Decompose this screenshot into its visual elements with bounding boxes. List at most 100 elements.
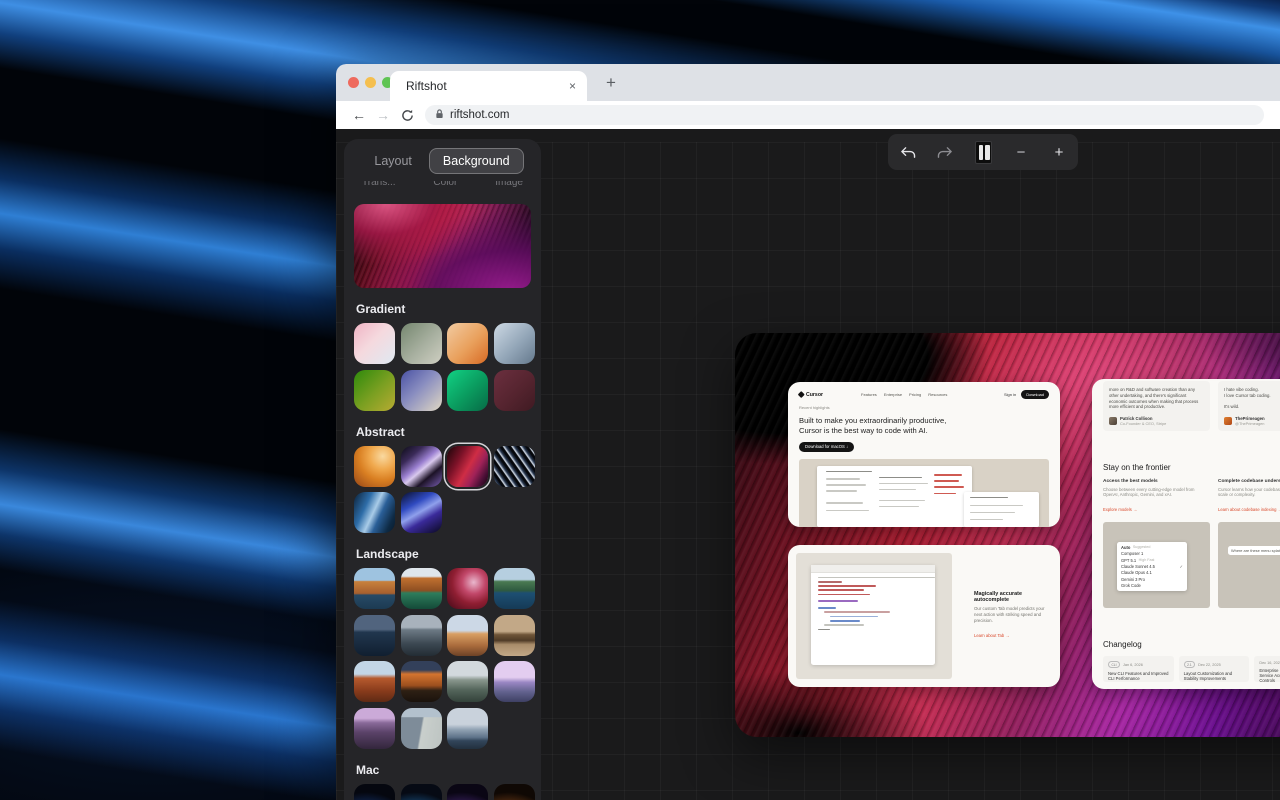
background-subtabs: Trans... Color Image xyxy=(354,181,531,190)
subtab-color[interactable]: Color xyxy=(433,181,457,188)
abstract-thumb-blue-waves[interactable] xyxy=(354,492,395,533)
landscape-thumb-half-dome[interactable] xyxy=(400,707,442,749)
landscape-thumb-red-canyon[interactable] xyxy=(447,568,488,609)
abstract-thumb-purple-fluid[interactable] xyxy=(400,445,442,487)
gradient-swatch-indigo-sand[interactable] xyxy=(400,369,442,411)
avatar xyxy=(1224,417,1232,425)
gradient-swatch-green-olive[interactable] xyxy=(354,369,395,411)
screenshot-frame[interactable]: Cursor Features Enterprise Pricing Resou… xyxy=(735,333,1280,737)
abstract-thumb-red-wave-selected[interactable] xyxy=(447,445,488,487)
model-dropdown: Auto Suggested Composer 1 GPT 5.1 High Fas… xyxy=(1117,542,1187,591)
tab-background[interactable]: Background xyxy=(428,148,524,174)
undo-button[interactable] xyxy=(895,140,919,164)
abstract-thumb-orange-wave[interactable] xyxy=(354,445,395,487)
canvas-preview-thumbnail[interactable] xyxy=(971,140,995,164)
feature-models: Access the best models Choose between ev… xyxy=(1103,479,1195,513)
landscape-thumb-rocky-shore[interactable] xyxy=(400,614,442,656)
download-pill: Download xyxy=(1021,390,1049,399)
mini-window xyxy=(816,465,972,527)
model-picker-demo: Auto Suggested Composer 1 GPT 5.1 High Fas… xyxy=(1103,522,1210,609)
section-title-abstract: Abstract xyxy=(356,424,405,439)
browser-tab-strip: Riftshot × + xyxy=(336,64,1280,101)
traffic-light-minimize-button[interactable] xyxy=(365,77,376,88)
site-nav: Features Enterprise Pricing Resources xyxy=(861,392,947,397)
subtab-image[interactable]: Image xyxy=(495,181,523,188)
testimonials: more on R&D and software creation than a… xyxy=(1103,381,1280,431)
landscape-thumb-orange-peaks[interactable] xyxy=(400,661,442,702)
testimonial-patrick: more on R&D and software creation than a… xyxy=(1103,381,1210,431)
code-window xyxy=(811,565,935,665)
eyebrow-text: Recent highlights xyxy=(799,405,830,410)
tab-title: Riftshot xyxy=(406,79,447,93)
frontier-features: Access the best models Choose between ev… xyxy=(1103,479,1280,516)
screenshot-card-frontier: more on R&D and software creation than a… xyxy=(1092,379,1280,689)
section-title-gradient: Gradient xyxy=(356,302,406,316)
hero-screenshot xyxy=(799,459,1049,527)
browser-tab[interactable]: Riftshot × xyxy=(390,71,587,101)
lock-icon xyxy=(435,106,444,124)
chat-input-demo: Where are these menu splat colors define… xyxy=(1228,546,1280,556)
url-text: riftshot.com xyxy=(450,109,510,121)
changelog-entries: CLI Jan 6, 2026 New CLI Features and Imp… xyxy=(1103,656,1280,683)
landscape-thumb-purple-river[interactable] xyxy=(354,707,395,749)
landscape-thumb-autumn-lake[interactable] xyxy=(354,568,395,609)
zoom-out-button[interactable]: − xyxy=(1009,140,1033,164)
changelog-entry: Dec 16, 2025 Enterprise Insights, BYOK S… xyxy=(1254,656,1280,683)
zoom-in-button[interactable]: + xyxy=(1047,140,1071,164)
abstract-thumb-mono-swirl[interactable] xyxy=(493,445,535,487)
tab-layout[interactable]: Layout xyxy=(361,149,425,173)
landscape-thumb-sepia-island[interactable] xyxy=(493,614,535,656)
mac-thumb-blue[interactable] xyxy=(354,783,395,800)
changelog-title: Changelog xyxy=(1103,640,1142,650)
cursor-logo-icon xyxy=(798,391,805,398)
gradient-swatch-sage[interactable] xyxy=(400,323,442,364)
mac-thumb-cyan[interactable] xyxy=(400,783,442,800)
landscape-thumb-foggy-valley[interactable] xyxy=(447,661,488,702)
back-button[interactable]: ← xyxy=(347,107,371,123)
landscape-thumb-desert-dusk[interactable] xyxy=(447,614,488,656)
selected-background-preview xyxy=(354,204,531,288)
url-bar[interactable]: riftshot.com xyxy=(425,105,1264,125)
check-icon: ✓ xyxy=(1179,563,1183,569)
close-tab-icon[interactable]: × xyxy=(569,79,576,93)
nav-resources: Resources xyxy=(928,392,948,397)
landscape-thumb-canyon-river[interactable] xyxy=(400,568,442,609)
gradient-swatch-peach-orange[interactable] xyxy=(447,323,488,364)
traffic-light-close-button[interactable] xyxy=(348,77,359,88)
browser-window: Riftshot × + ← → riftshot.com − + Layout… xyxy=(336,64,1280,800)
screenshot-card-hero: Cursor Features Enterprise Pricing Resou… xyxy=(788,382,1060,527)
landscape-thumb-red-desert-hill[interactable] xyxy=(354,661,395,702)
reload-button[interactable] xyxy=(395,109,419,122)
gradient-swatch-steel-blue[interactable] xyxy=(493,323,535,364)
gradient-swatch-maroon[interactable] xyxy=(493,369,535,411)
learn-about-tab-link: Learn about Tab → xyxy=(974,633,1010,638)
landscape-thumb-misty-ridge[interactable] xyxy=(447,707,488,749)
landscape-thumb-dark-lake[interactable] xyxy=(354,614,395,656)
testimonial-primeagen: I hate vibe coding. I love Cursor tab co… xyxy=(1218,381,1280,431)
landscape-thumb-river-valley[interactable] xyxy=(493,568,535,609)
changelog-entry: 2.1 Dec 22, 2025 Layout Customization an… xyxy=(1178,656,1250,683)
mac-thumb-purple[interactable] xyxy=(447,783,488,800)
section-title-mac: Mac xyxy=(356,762,380,777)
code-editor-pane xyxy=(796,553,952,679)
section-title-landscape: Landscape xyxy=(356,547,419,561)
gradient-swatch-pink-sky[interactable] xyxy=(354,323,395,364)
redo-button[interactable] xyxy=(933,140,957,164)
gradient-swatch-emerald[interactable] xyxy=(447,369,488,411)
frontier-title: Stay on the frontier xyxy=(1103,463,1171,472)
background-panel: Layout Background Trans... Color Image G… xyxy=(344,139,541,800)
abstract-thumb-blue-purple-fluid[interactable] xyxy=(400,492,442,533)
mac-thumb-orange[interactable] xyxy=(493,783,535,800)
sign-in-label: Sign in xyxy=(1003,392,1017,397)
nav-pricing: Pricing xyxy=(909,392,922,397)
screenshot-card-autocomplete: Magically accurate autocomplete Our cust… xyxy=(788,545,1060,687)
site-header: Cursor Features Enterprise Pricing Resou… xyxy=(798,390,1049,399)
codebase-indexing-link: Learn about codebase indexing → xyxy=(1218,507,1280,513)
mac-thumbnails xyxy=(354,783,535,800)
new-tab-button[interactable]: + xyxy=(598,70,624,96)
forward-button[interactable]: → xyxy=(371,107,395,123)
landscape-thumbnails xyxy=(354,568,535,749)
abstract-thumbnails xyxy=(354,445,535,533)
landscape-thumb-purple-mountain[interactable] xyxy=(493,661,535,702)
subtab-transparent[interactable]: Trans... xyxy=(362,181,396,188)
